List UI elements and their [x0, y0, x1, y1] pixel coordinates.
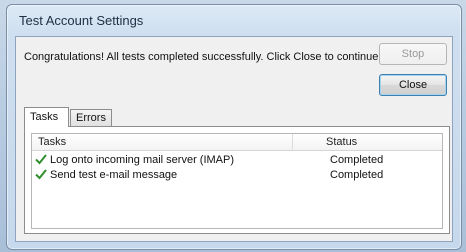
table-row[interactable]: Send test e-mail message Completed — [32, 168, 442, 183]
task-name: Send test e-mail message — [50, 169, 178, 181]
dialog-client-area: Congratulations! All tests completed suc… — [15, 36, 453, 242]
task-status: Completed — [330, 169, 384, 181]
tab-tasks[interactable]: Tasks — [24, 107, 69, 127]
list-header: Tasks Status — [32, 134, 442, 151]
table-row[interactable]: Log onto incoming mail server (IMAP) Com… — [32, 153, 442, 168]
check-icon — [35, 154, 47, 165]
column-header-tasks[interactable]: Tasks — [38, 136, 66, 148]
task-name: Log onto incoming mail server (IMAP) — [50, 154, 235, 166]
close-button[interactable]: Close — [379, 74, 447, 96]
tab-errors[interactable]: Errors — [70, 109, 112, 126]
test-account-settings-dialog: Test Account Settings Congratulations! A… — [6, 4, 462, 250]
task-status: Completed — [330, 154, 384, 166]
column-header-status[interactable]: Status — [326, 136, 357, 148]
dialog-title: Test Account Settings — [19, 13, 144, 28]
tasks-list: Tasks Status Log onto incoming mail serv… — [31, 133, 443, 229]
status-message: Congratulations! All tests completed suc… — [24, 51, 382, 63]
column-divider — [292, 134, 293, 150]
tasks-panel: Tasks Status Log onto incoming mail serv… — [24, 126, 450, 234]
stop-button[interactable]: Stop — [379, 43, 447, 65]
check-icon — [35, 169, 47, 180]
